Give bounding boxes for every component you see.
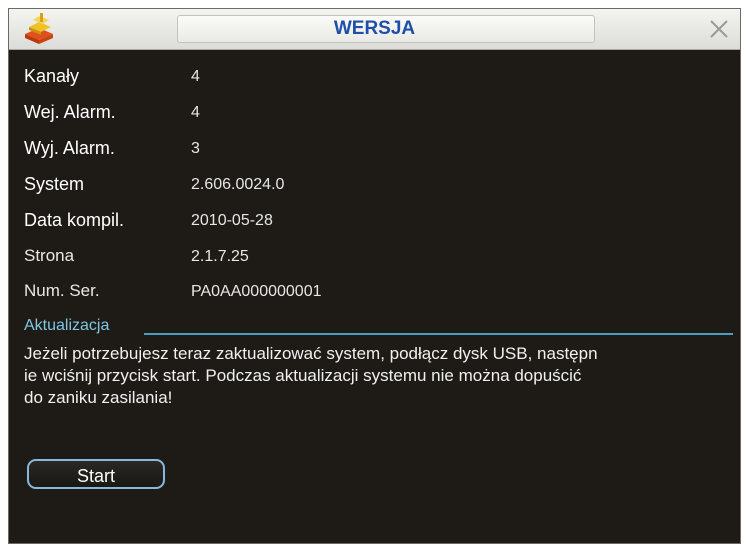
serial-label: Num. Ser. [24,281,100,300]
channels-label: Kanały [24,66,80,86]
update-message: Jeżeli potrzebujesz teraz zaktualizować … [24,344,598,407]
dialog-title: WERSJA [333,18,416,39]
title-bar: WERSJA [9,9,740,50]
web-value: 2.1.7.25 [191,248,249,265]
system-value: 2.606.0024.0 [191,176,285,193]
alarm-out-label: Wyj. Alarm. [24,138,115,158]
section-divider [144,333,733,335]
start-button[interactable]: Start [27,459,165,489]
update-section-label: Aktualizacja [24,317,110,334]
version-dialog: WERSJA Kanały 4 Wej. Alarm. 4 Wyj. Alarm… [8,8,741,544]
alarm-in-value: 4 [191,104,200,121]
serial-value: PA0AA000000001 [191,283,322,300]
channels-value: 4 [191,68,200,85]
close-icon[interactable] [706,16,732,42]
build-date-label: Data kompil. [24,210,125,230]
system-label: System [24,174,85,194]
build-date-value: 2010-05-28 [191,212,273,229]
alarm-out-value: 3 [191,140,200,157]
web-label: Strona [24,246,75,265]
app-icon [25,13,53,44]
alarm-in-label: Wej. Alarm. [24,102,116,122]
